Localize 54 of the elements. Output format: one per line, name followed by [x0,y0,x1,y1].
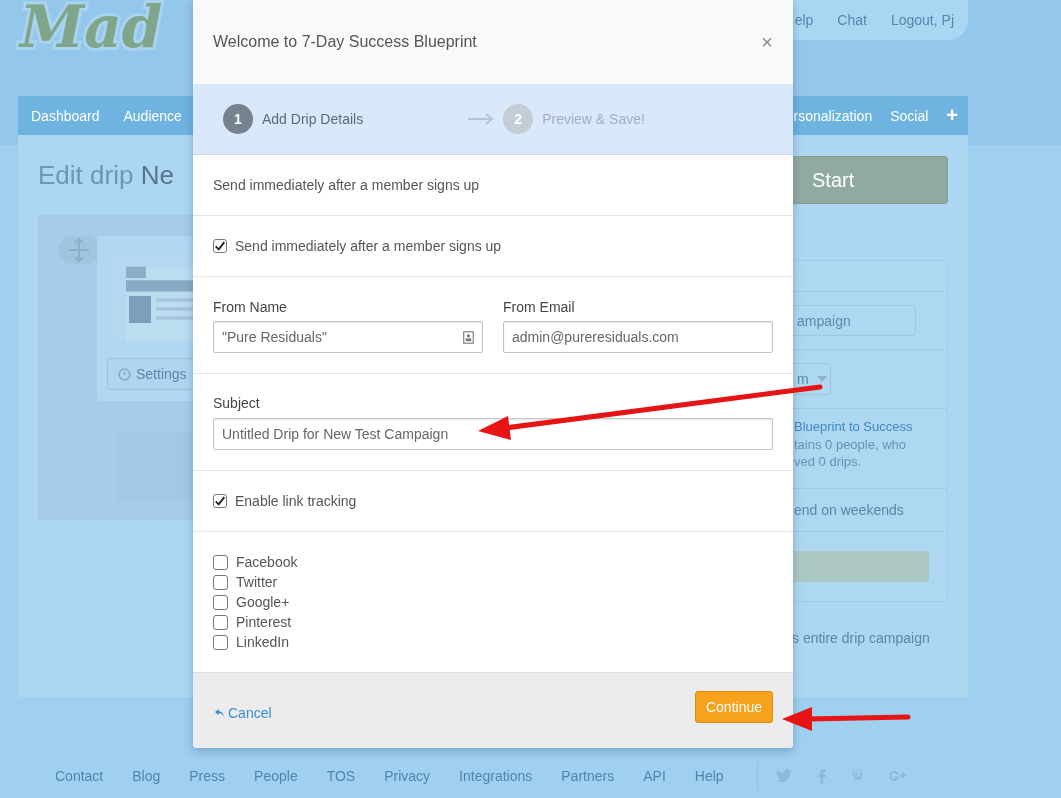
trigger-text: Send immediately after a member signs up [213,177,480,193]
footer-link[interactable]: Help [694,768,724,784]
footer-link[interactable]: Contact [55,768,104,784]
checkmark-icon [214,495,226,507]
list-link[interactable]: Blueprint to Success [794,419,947,434]
nav-tab[interactable]: Audience [123,107,182,124]
checkbox-option[interactable]: Twitter [213,573,278,591]
checkmark-icon [214,240,226,252]
footer-link[interactable]: TOS [326,768,356,784]
contact-card-icon [463,330,474,344]
checkbox-option[interactable]: LinkedIn [213,633,289,651]
subject-field[interactable]: Untitled Drip for New Test Campaign [213,418,773,450]
continue-button[interactable]: Continue [694,690,773,723]
step-label[interactable]: Preview & Save! [542,111,645,127]
from-email-field[interactable]: admin@pureresiduals.com [503,321,773,353]
campaign-note: s entire drip campaign [791,630,931,646]
field-label: From Email [503,299,576,315]
caret-icon [816,376,827,382]
step-label[interactable]: Add Drip Details [262,111,364,127]
field-label: From Name [213,299,288,315]
from-name-field[interactable]: "Pure Residuals" [213,321,483,353]
nav-link[interactable]: Logout, Pj [890,12,954,28]
nav-tab[interactable]: Dashboard [31,107,100,124]
footer-link[interactable]: Blog [132,768,161,784]
nav-tab[interactable]: Social [890,107,929,124]
arrow-icon [468,113,495,125]
step-number[interactable]: 2 [503,104,534,134]
nav-link[interactable]: elp [794,12,814,28]
step-number[interactable]: 1 [223,104,253,134]
close-button[interactable]: × [761,32,773,52]
checkbox-option[interactable]: Send immediately after a member signs up [213,238,502,254]
checkbox-option[interactable]: Facebook [213,553,298,571]
footer-link[interactable]: Privacy [384,768,431,784]
checkbox-option[interactable]: Pinterest [213,613,292,631]
clock-icon [118,367,131,381]
field-label: Subject [213,395,261,411]
logo[interactable]: Mad [20,0,163,58]
footer-link[interactable]: Partners [561,768,615,784]
checkbox-option[interactable]: Google+ [213,593,290,611]
footer-link[interactable]: Integrations [459,768,533,784]
cancel-link[interactable]: Cancel [215,704,272,721]
nav-tab[interactable]: + [946,104,958,127]
nav-link[interactable]: Chat [837,12,867,28]
footer-link[interactable]: People [254,768,298,784]
dialog-title: Welcome to 7-Day Success Blueprint [213,33,477,51]
footer-link[interactable]: Press [189,768,226,784]
footer-link[interactable]: API [643,768,666,784]
list-info: tains 0 people, who ved 0 drips. [794,436,908,470]
move-icon[interactable] [58,236,100,264]
nav-tab[interactable]: rsonalization [793,107,873,124]
reply-icon [215,708,224,717]
page-title: Edit drip Ne [38,160,174,190]
checkbox-option[interactable]: Enable link tracking [213,493,357,509]
weekends-option: end on weekends [794,502,904,518]
